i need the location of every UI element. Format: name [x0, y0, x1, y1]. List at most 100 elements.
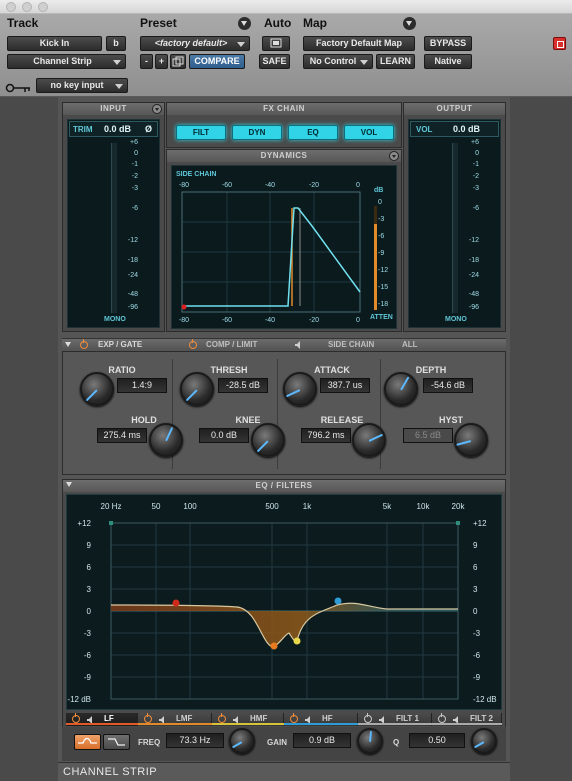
band-power-icon[interactable]	[438, 713, 446, 723]
preset-section-label: Preset	[140, 16, 177, 30]
collapse-triangle-icon[interactable]	[66, 482, 72, 487]
attack-label: ATTACK	[314, 365, 350, 375]
preset-menu-icon[interactable]	[238, 17, 251, 30]
attack-knob[interactable]	[283, 372, 317, 406]
chevron-down-icon[interactable]	[152, 104, 162, 114]
band-power-icon[interactable]	[218, 713, 226, 723]
tab-side-chain[interactable]: SIDE CHAIN	[328, 339, 374, 351]
knee-knob[interactable]	[251, 423, 285, 457]
band-type-bell-button[interactable]	[74, 734, 101, 750]
release-value[interactable]: 796.2 ms	[301, 428, 351, 443]
depth-knob[interactable]	[384, 372, 418, 406]
gate-power-icon[interactable]	[80, 339, 88, 349]
eq-freq-tick: 20k	[451, 502, 465, 511]
transfer-curve	[184, 207, 361, 307]
ratio-knob[interactable]	[80, 372, 114, 406]
preset-previous-button[interactable]: -	[140, 54, 153, 69]
freq-value[interactable]: 73.3 Hz	[166, 733, 224, 748]
input-level-dot	[181, 304, 187, 310]
preset-select[interactable]: <factory default>	[140, 36, 250, 51]
hold-knob[interactable]	[149, 423, 183, 457]
bypass-button[interactable]: BYPASS	[424, 36, 472, 51]
release-knob[interactable]	[352, 423, 386, 457]
input-tick: -12	[127, 237, 138, 244]
control-select[interactable]: No Control	[303, 54, 373, 69]
zoom-window-button[interactable]	[38, 2, 48, 12]
close-plugin-button[interactable]	[553, 37, 566, 50]
map-select[interactable]: Factory Default Map	[303, 36, 415, 51]
key-input-select[interactable]: no key input	[36, 78, 128, 93]
band-power-icon[interactable]	[290, 713, 298, 723]
copy-settings-button[interactable]	[170, 54, 186, 69]
hf-band-handle[interactable]	[334, 597, 342, 605]
q-knob[interactable]	[471, 728, 497, 754]
tab-comp-limit[interactable]: COMP / LIMIT	[206, 339, 257, 351]
fx-filter-button[interactable]: FILT	[176, 125, 226, 140]
hold-value[interactable]: 275.4 ms	[97, 428, 147, 443]
threshold-value[interactable]: -28.5 dB	[218, 378, 268, 393]
plugin-select[interactable]: Channel Strip	[7, 54, 126, 69]
freq-knob[interactable]	[229, 728, 255, 754]
compare-button[interactable]: COMPARE	[189, 54, 245, 69]
native-label: Native	[434, 56, 462, 66]
q-value[interactable]: 0.50	[409, 733, 465, 748]
hysteresis-knob[interactable]	[454, 423, 488, 457]
fx-volume-button[interactable]: VOL	[344, 125, 394, 140]
gain-knob[interactable]	[357, 728, 383, 754]
knob-indicator	[369, 730, 372, 743]
track-select[interactable]: Kick In	[7, 36, 102, 51]
dyn-y-tick: 0	[378, 199, 382, 206]
knob-indicator	[473, 741, 485, 749]
tab-exp-gate[interactable]: EXP / GATE	[98, 339, 142, 351]
map-menu-icon[interactable]	[403, 17, 416, 30]
band-power-icon[interactable]	[144, 713, 152, 723]
band-label: HMF	[250, 714, 268, 723]
gain-value[interactable]: 0.9 dB	[293, 733, 351, 748]
attack-value[interactable]: 387.7 us	[320, 378, 370, 393]
lpf-handle[interactable]	[456, 521, 460, 525]
automation-button[interactable]	[262, 36, 290, 51]
lmf-band-handle[interactable]	[270, 642, 278, 650]
phase-invert-button[interactable]: Ø	[145, 124, 152, 134]
speaker-icon[interactable]	[295, 341, 304, 349]
band-power-icon[interactable]	[364, 713, 372, 723]
threshold-knob[interactable]	[180, 372, 214, 406]
band-power-icon[interactable]	[72, 713, 80, 723]
chevron-down-icon	[113, 60, 121, 65]
hmf-band-handle[interactable]	[293, 637, 301, 645]
hysteresis-value[interactable]: 6.5 dB	[403, 428, 453, 443]
collapse-triangle-icon[interactable]	[65, 342, 71, 347]
fx-eq-button[interactable]: EQ	[288, 125, 338, 140]
eq-freq-tick: 500	[265, 502, 279, 511]
band-label: FILT 2	[470, 714, 493, 723]
output-tick: -2	[472, 173, 479, 180]
knee-value[interactable]: 0.0 dB	[199, 428, 249, 443]
close-window-button[interactable]	[6, 2, 16, 12]
side-chain-label: SIDE CHAIN	[176, 171, 217, 178]
input-tick: -18	[127, 257, 138, 264]
output-tick: -24	[468, 272, 479, 279]
vol-label: VOL	[416, 125, 433, 134]
output-tick: +6	[471, 139, 479, 146]
band-type-shelf-button[interactable]	[103, 734, 130, 750]
trim-label: TRIM	[73, 125, 93, 134]
copy-icon	[172, 56, 184, 67]
preset-next-button[interactable]: +	[155, 54, 168, 69]
learn-button[interactable]: LEARN	[376, 54, 415, 69]
eq-graph-svg	[109, 521, 460, 700]
track-suffix-select[interactable]: b	[106, 36, 126, 51]
minimize-window-button[interactable]	[22, 2, 32, 12]
bypass-label: BYPASS	[429, 38, 467, 48]
chevron-down-icon[interactable]	[389, 151, 399, 161]
lf-band-handle[interactable]	[172, 599, 180, 607]
depth-value[interactable]: -54.6 dB	[423, 378, 473, 393]
fx-dynamics-button[interactable]: DYN	[232, 125, 282, 140]
ratio-value[interactable]: 1.4:9	[117, 378, 167, 393]
safe-button[interactable]: SAFE	[259, 54, 290, 69]
tab-all[interactable]: ALL	[402, 339, 418, 351]
hpf-handle[interactable]	[109, 521, 113, 525]
comp-power-icon[interactable]	[189, 339, 197, 349]
input-tick: -24	[127, 272, 138, 279]
native-button[interactable]: Native	[424, 54, 472, 69]
eq-freq-tick: 1k	[302, 502, 312, 511]
